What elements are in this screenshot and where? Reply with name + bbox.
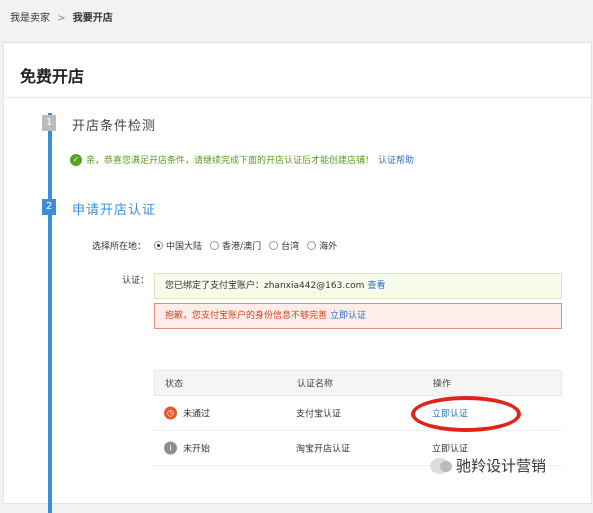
verify-now-link[interactable]: 立即认证 bbox=[330, 311, 366, 321]
identity-warning: 抱歉，您支付宝账户的身份信息不够完善 立即认证 bbox=[154, 303, 562, 329]
step-progress-line bbox=[48, 113, 52, 513]
breadcrumb-separator: > bbox=[57, 13, 66, 24]
step-1-label: 开店条件检测 bbox=[72, 119, 157, 134]
main-panel: 免费开店 1 开店条件检测 ✓ 亲，恭喜您满足开店条件，请继续完成下面的开店认证… bbox=[3, 42, 592, 513]
header-action: 操作 bbox=[433, 379, 452, 390]
wechat-icon bbox=[430, 457, 452, 474]
row-auth-name: 支付宝认证 bbox=[296, 409, 342, 420]
bound-account-notice: 您已绑定了支付宝账户：zhanxia442@163.com 查看 bbox=[154, 273, 562, 299]
title-divider bbox=[4, 97, 591, 98]
row-status: 未通过 bbox=[183, 409, 211, 420]
radio-mainland[interactable] bbox=[154, 241, 164, 250]
location-label: 选择所在地： bbox=[92, 242, 147, 252]
condition-check-message: ✓ 亲，恭喜您满足开店条件，请继续完成下面的开店认证后才能创建店铺！ 认证帮助 bbox=[70, 153, 414, 166]
location-option-hk-macau[interactable]: 香港/澳门 bbox=[222, 239, 261, 252]
highlight-circle bbox=[411, 396, 521, 432]
clock-icon: ◷ bbox=[164, 406, 177, 420]
radio-hk-macau[interactable] bbox=[210, 241, 220, 250]
check-message-text: 亲，恭喜您满足开店条件，请继续完成下面的开店认证后才能创建店铺！ bbox=[86, 156, 375, 166]
bound-account-text: 您已绑定了支付宝账户：zhanxia442@163.com bbox=[165, 281, 365, 291]
watermark: 驰羚设计营销 bbox=[430, 455, 546, 476]
header-status: 状态 bbox=[165, 379, 184, 390]
breadcrumb: 我是卖家 > 我要开店 bbox=[10, 9, 113, 24]
radio-taiwan[interactable] bbox=[269, 241, 279, 250]
page-title: 免费开店 bbox=[20, 67, 85, 86]
info-icon: i bbox=[164, 441, 177, 455]
view-account-link[interactable]: 查看 bbox=[367, 281, 385, 291]
location-option-overseas[interactable]: 海外 bbox=[319, 239, 337, 252]
watermark-text: 驰羚设计营销 bbox=[456, 457, 547, 475]
step-2-number: 2 bbox=[42, 199, 56, 215]
step-1-number: 1 bbox=[42, 115, 56, 131]
row-auth-name: 淘宝开店认证 bbox=[296, 444, 351, 455]
auth-label: 认证： bbox=[122, 276, 150, 286]
row-status: 未开始 bbox=[183, 444, 211, 455]
location-option-mainland[interactable]: 中国大陆 bbox=[166, 239, 202, 252]
step-2-label: 申请开店认证 bbox=[72, 203, 157, 218]
auth-help-link[interactable]: 认证帮助 bbox=[378, 153, 414, 166]
breadcrumb-home[interactable]: 我是卖家 bbox=[10, 13, 50, 24]
check-icon: ✓ bbox=[70, 153, 82, 166]
location-option-taiwan[interactable]: 台湾 bbox=[281, 239, 299, 252]
location-selector: 选择所在地： 中国大陆 香港/澳门 台湾 海外 bbox=[92, 239, 337, 252]
radio-overseas[interactable] bbox=[307, 241, 317, 250]
table-header: 状态 认证名称 操作 bbox=[154, 370, 562, 396]
taobao-verify-link[interactable]: 立即认证 bbox=[432, 442, 468, 455]
breadcrumb-current: 我要开店 bbox=[72, 13, 113, 24]
warning-text: 抱歉，您支付宝账户的身份信息不够完善 bbox=[165, 311, 328, 321]
header-auth-name: 认证名称 bbox=[297, 379, 334, 390]
